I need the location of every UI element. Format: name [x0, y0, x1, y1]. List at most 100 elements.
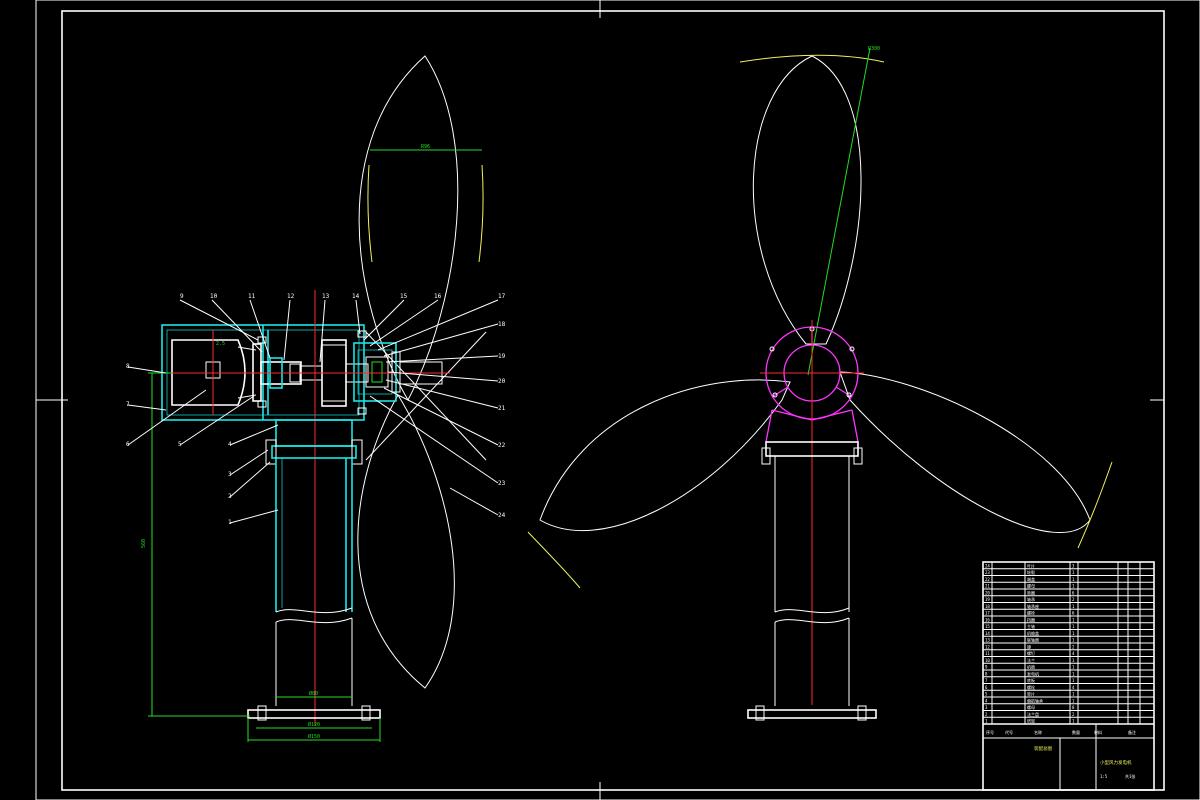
- bom-cell-name: 螺母: [1027, 704, 1035, 710]
- bom-cell-name: 螺钉: [1027, 650, 1035, 656]
- balloon-1: 1: [228, 519, 232, 526]
- bom-cell-no: 11: [985, 651, 990, 656]
- bom-cell-no: 24: [985, 563, 990, 568]
- bom-cell-no: 15: [985, 624, 990, 629]
- bom-cell-no: 20: [985, 590, 990, 595]
- bom-cell-qty: 1: [1072, 671, 1075, 676]
- bom-cell-name: 发电机: [1027, 670, 1039, 676]
- bom-cell-no: 18: [985, 604, 990, 609]
- title-block: 24 叶片 323 轮毂 122 端盖 121 螺母 120 垫圈 619 轴承 218 轴承座 117 螺栓…: [982, 561, 1155, 791]
- cad-drawing-sheet: 560 Ø80 Ø120 Ø150 R96 2.5 9 10 11 12 13 …: [35, 0, 1200, 800]
- balloon-10: 10: [210, 293, 218, 300]
- bom-cell-qty: 3: [1072, 563, 1075, 568]
- balloon-14: 14: [352, 293, 360, 300]
- bom-cell-name: 垫片: [1027, 691, 1035, 697]
- bom-cell-name: 法兰: [1027, 657, 1035, 663]
- bom-cell-qty: 1: [1072, 638, 1075, 643]
- bom-cell-name: 键: [1027, 643, 1031, 649]
- bom-cell-qty: 6: [1072, 590, 1075, 595]
- header-material: 材料: [1094, 729, 1102, 735]
- bom-cell-name: 端盖: [1027, 576, 1035, 582]
- balloon-12: 12: [287, 293, 295, 300]
- assembly-label: 装配总图: [1034, 745, 1052, 752]
- balloon-8: 8: [126, 363, 130, 370]
- bom-cell-qty: 4: [1072, 685, 1075, 690]
- bom-cell-qty: 1: [1072, 719, 1075, 724]
- bom-cell-qty: 4: [1072, 651, 1075, 656]
- dim-base-inner: Ø80: [309, 690, 318, 697]
- bom-cell-name: 螺栓: [1027, 610, 1035, 616]
- balloon-20: 20: [498, 378, 506, 385]
- header-remark: 备注: [1128, 729, 1136, 735]
- dim-base-outer: Ø150: [308, 733, 320, 740]
- bom-cell-qty: 1: [1072, 570, 1075, 575]
- bom-cell-name: 底板: [1027, 677, 1035, 683]
- balloon-group-left: 8 7 6 5 4 3 2 1: [126, 363, 279, 526]
- balloon-6: 6: [126, 441, 130, 448]
- bom-cell-no: 23: [985, 570, 990, 575]
- bom-cell-no: 22: [985, 577, 990, 582]
- bom-cell-qty: 1: [1072, 631, 1075, 636]
- dim-blade-angle: R300: [868, 46, 880, 52]
- bom-cell-name: 螺栓: [1027, 684, 1035, 690]
- bom-cell-qty: 1: [1072, 692, 1075, 697]
- side-view-blade: [357, 55, 487, 689]
- balloon-2: 2: [228, 493, 232, 500]
- bom-cell-no: 2: [985, 712, 988, 717]
- yaw-connector: [265, 419, 363, 465]
- balloon-16: 16: [434, 293, 442, 300]
- bom-cell-name: 轮毂: [1027, 569, 1035, 575]
- front-hub: [760, 320, 864, 705]
- bom-cell-no: 16: [985, 617, 990, 622]
- bom-cell-qty: 6: [1072, 611, 1075, 616]
- side-dimensions: 560 Ø80 Ø120 Ø150 R96 2.5: [141, 144, 482, 742]
- bom-cell-qty: 1: [1072, 624, 1075, 629]
- bom-cell-no: 17: [985, 611, 990, 616]
- dim-blade-width: R96: [421, 144, 430, 150]
- side-view: 560 Ø80 Ø120 Ø150 R96 2.5 9 10 11 12 13 …: [126, 55, 506, 742]
- dim-height: 560: [141, 539, 147, 548]
- bom-cell-no: 5: [985, 692, 988, 697]
- bom-cell-qty: 1: [1072, 678, 1075, 683]
- bom-cell-no: 14: [985, 631, 990, 636]
- bom-cell-no: 7: [985, 678, 988, 683]
- balloon-5: 5: [178, 441, 182, 448]
- bom-cell-no: 12: [985, 644, 990, 649]
- header-code: 代号: [1005, 729, 1013, 735]
- bom-cell-no: 21: [985, 584, 990, 589]
- bom-cell-name: 机舱: [1027, 664, 1035, 670]
- header-no: 序号: [986, 729, 994, 735]
- bom-cell-qty: 1: [1072, 698, 1075, 703]
- bom-cell-name: 轴承座: [1027, 603, 1039, 609]
- bom-cell-name: 叶片: [1027, 562, 1035, 568]
- balloon-18: 18: [498, 321, 506, 328]
- bom-cell-qty: 1: [1072, 577, 1075, 582]
- drawing-title: 小型风力发电机: [1100, 759, 1132, 766]
- bom-cell-qty: 2: [1072, 644, 1075, 649]
- bom-cell-qty: 1: [1072, 665, 1075, 670]
- front-view: R300: [527, 46, 1113, 721]
- balloon-15: 15: [400, 293, 408, 300]
- balloon-24: 24: [498, 512, 506, 519]
- bom-cell-qty: 1: [1072, 617, 1075, 622]
- bom-cell-qty: 1: [1072, 584, 1075, 589]
- bom-cell-name: 主轴: [1027, 623, 1035, 629]
- bom-cell-name: 挡圈: [1027, 616, 1035, 622]
- balloon-22: 22: [498, 442, 506, 449]
- bom-cell-name: 塔架: [1027, 718, 1035, 724]
- header-name: 名称: [1034, 729, 1042, 735]
- balloon-11: 11: [248, 293, 256, 300]
- balloon-13: 13: [322, 293, 330, 300]
- bom-cell-qty: 2: [1072, 597, 1075, 602]
- bom-cell-name: 垫圈: [1027, 589, 1035, 595]
- sheet-count: 共1张: [1125, 773, 1135, 779]
- bom-cell-qty: 8: [1072, 705, 1075, 710]
- scale-value: 1:5: [1100, 774, 1108, 779]
- bom-cell-qty: 1: [1072, 658, 1075, 663]
- balloon-4: 4: [228, 441, 232, 448]
- balloon-7: 7: [126, 401, 130, 408]
- balloon-9: 9: [180, 293, 184, 300]
- bom-cell-no: 13: [985, 638, 990, 643]
- bom-cell-no: 3: [985, 705, 988, 710]
- bom-cell-name: 螺母: [1027, 583, 1035, 589]
